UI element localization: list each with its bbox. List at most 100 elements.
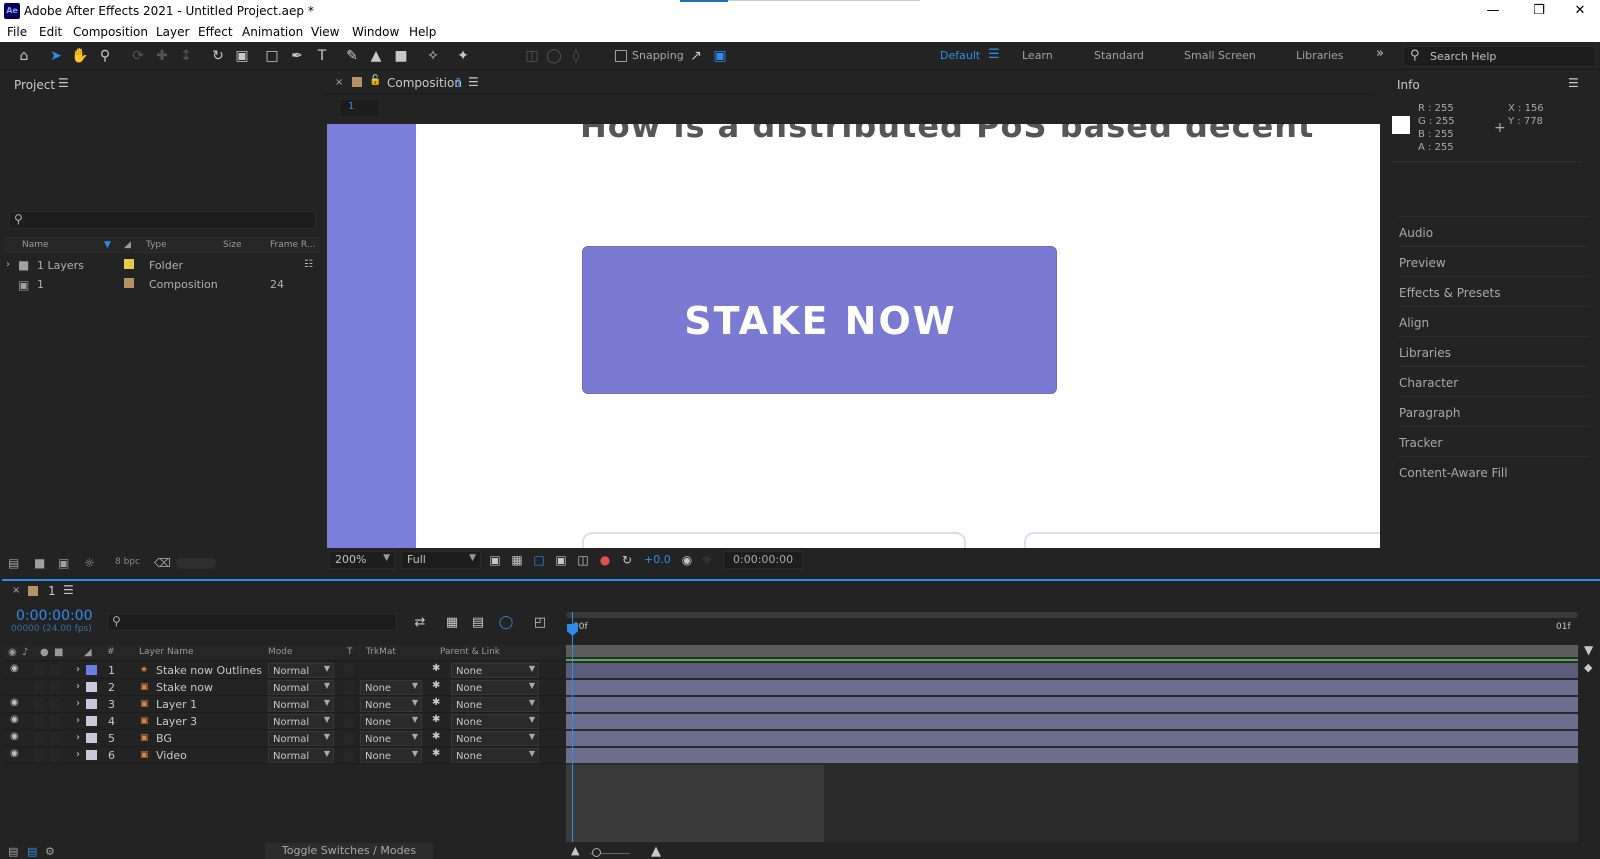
timeline-search-input[interactable]: ⚲ bbox=[107, 613, 397, 631]
pen-tool-icon[interactable]: ✒ bbox=[287, 46, 307, 66]
layer-row[interactable]: ◉ › 1 ★ Stake now Outlines Normal ▼ ✱ None ▼ bbox=[4, 662, 564, 679]
transparency-grid-icon[interactable]: ▦ bbox=[507, 550, 527, 570]
eye-icon[interactable]: ◉ bbox=[10, 731, 19, 742]
column-parent-link[interactable]: Parent & Link bbox=[440, 647, 500, 657]
type-tool-icon[interactable]: T bbox=[312, 46, 332, 66]
composition-navigator-tab[interactable]: 1 bbox=[341, 100, 378, 116]
trkmat-dropdown[interactable]: None ▼ bbox=[360, 731, 422, 746]
solo-icon[interactable]: ● bbox=[40, 647, 49, 658]
menu-window[interactable]: Window bbox=[352, 25, 399, 39]
info-menu-icon[interactable]: ☰ bbox=[1568, 76, 1579, 90]
comp-button-icon[interactable]: ◆ bbox=[1584, 661, 1592, 674]
restore-icon[interactable]: ❐ bbox=[1516, 0, 1562, 22]
solo-switch[interactable] bbox=[34, 732, 44, 745]
layer-label-color[interactable] bbox=[86, 733, 97, 743]
eye-icon[interactable]: ◉ bbox=[10, 714, 19, 725]
preserve-transparency-switch[interactable] bbox=[344, 732, 354, 745]
panel-character[interactable]: Character bbox=[1399, 366, 1589, 395]
menu-file[interactable]: File bbox=[7, 25, 27, 39]
layer-label-color[interactable] bbox=[86, 699, 97, 709]
parent-link-dropdown[interactable]: None ▼ bbox=[451, 697, 539, 712]
rectangle-tool-icon[interactable]: □ bbox=[262, 46, 282, 66]
menu-edit[interactable]: Edit bbox=[39, 25, 62, 39]
panel-tracker[interactable]: Tracker bbox=[1399, 426, 1589, 455]
workspace-overflow-icon[interactable]: » bbox=[1376, 46, 1384, 61]
solo-switch[interactable] bbox=[34, 749, 44, 762]
sort-chevron-down-icon[interactable]: ▼ bbox=[104, 240, 111, 250]
layer-mode-dropdown[interactable]: Normal ▼ bbox=[268, 697, 334, 712]
layer-label-color[interactable] bbox=[86, 750, 97, 760]
layer-label-color[interactable] bbox=[86, 682, 97, 692]
project-item-composition[interactable]: ▣ 1 Composition 24 bbox=[4, 275, 320, 294]
panel-effects-presets[interactable]: Effects & Presets bbox=[1399, 276, 1589, 305]
chevron-right-icon[interactable]: › bbox=[76, 715, 80, 726]
show-snapshot-icon[interactable]: ☼ bbox=[697, 550, 717, 570]
playhead-line[interactable] bbox=[572, 612, 573, 842]
composition-tab-number[interactable]: 1 bbox=[455, 76, 463, 90]
column-mode[interactable]: Mode bbox=[268, 647, 293, 657]
eraser-tool-icon[interactable]: ■ bbox=[391, 46, 411, 66]
chevron-right-icon[interactable]: › bbox=[6, 259, 10, 270]
workspace-menu-icon[interactable]: ☰ bbox=[988, 47, 1000, 62]
flowchart-icon[interactable]: ☷ bbox=[304, 259, 313, 270]
label-color-swatch[interactable] bbox=[124, 259, 134, 269]
parent-link-dropdown[interactable]: None ▼ bbox=[451, 714, 539, 729]
local-axis-icon[interactable]: ◫ bbox=[522, 46, 542, 66]
panel-content-aware-fill[interactable]: Content-Aware Fill bbox=[1399, 456, 1589, 485]
zoom-slider-knob[interactable] bbox=[592, 848, 601, 857]
view-axis-icon[interactable]: ◊ bbox=[566, 46, 586, 66]
parent-link-dropdown[interactable]: None ▼ bbox=[451, 731, 539, 746]
project-search-input[interactable]: ⚲ bbox=[9, 211, 316, 229]
panel-paragraph[interactable]: Paragraph bbox=[1399, 396, 1589, 425]
lock-switch[interactable] bbox=[50, 749, 60, 762]
motion-blur-icon[interactable]: ◯ bbox=[496, 613, 516, 633]
layer-switches-icon[interactable]: ▤ bbox=[8, 845, 18, 858]
column-size[interactable]: Size bbox=[223, 240, 241, 250]
layer-duration-bar[interactable] bbox=[566, 714, 1578, 729]
solo-switch[interactable] bbox=[34, 681, 44, 694]
lock-icon[interactable]: ■ bbox=[54, 647, 63, 658]
snap-features-icon[interactable]: ▣ bbox=[710, 46, 730, 66]
column-t[interactable]: T bbox=[347, 647, 353, 657]
zoom-out-icon[interactable]: ▲ bbox=[571, 844, 579, 857]
anchor-point-tool-icon[interactable]: ▣ bbox=[232, 46, 252, 66]
menu-effect[interactable]: Effect bbox=[198, 25, 233, 39]
time-navigator-bar[interactable] bbox=[566, 612, 1578, 618]
eye-icon[interactable]: ◉ bbox=[10, 748, 19, 759]
timeline-menu-icon[interactable]: ☰ bbox=[63, 583, 74, 597]
layer-name[interactable]: Stake now bbox=[156, 681, 213, 694]
home-icon[interactable]: ⌂ bbox=[14, 46, 34, 66]
chevron-right-icon[interactable]: › bbox=[76, 732, 80, 743]
parent-link-dropdown[interactable]: None ▼ bbox=[451, 680, 539, 695]
lock-icon[interactable]: 🔓 bbox=[369, 75, 381, 86]
pick-whip-icon[interactable]: ✱ bbox=[432, 731, 440, 742]
info-panel-title[interactable]: Info bbox=[1397, 78, 1420, 92]
grid-guides-icon[interactable]: ◫ bbox=[573, 550, 593, 570]
menu-help[interactable]: Help bbox=[409, 25, 436, 39]
layer-mode-dropdown[interactable]: Normal ▼ bbox=[268, 680, 334, 695]
layer-mode-dropdown[interactable]: Normal ▼ bbox=[268, 748, 334, 763]
draft-3d-icon[interactable]: ▦ bbox=[442, 613, 462, 633]
panel-align[interactable]: Align bbox=[1399, 306, 1589, 335]
column-layer-name[interactable]: Layer Name bbox=[139, 647, 194, 657]
preserve-transparency-switch[interactable] bbox=[344, 681, 354, 694]
layer-mode-dropdown[interactable]: Normal ▼ bbox=[268, 731, 334, 746]
timeline-current-time[interactable]: 0:00:00:00 bbox=[16, 608, 93, 624]
preserve-transparency-switch[interactable] bbox=[344, 749, 354, 762]
layer-mode-dropdown[interactable]: Normal ▼ bbox=[268, 663, 334, 678]
workspace-default[interactable]: Default bbox=[940, 49, 980, 62]
current-time-field[interactable]: 0:00:00:00 bbox=[723, 551, 803, 569]
label-column-icon[interactable]: ◢ bbox=[124, 240, 131, 250]
project-item-folder[interactable]: › ■ 1 Layers Folder ☷ bbox=[4, 256, 320, 275]
chevron-right-icon[interactable]: › bbox=[76, 664, 80, 675]
workspace-small-screen[interactable]: Small Screen bbox=[1184, 49, 1256, 62]
trkmat-dropdown[interactable]: None ▼ bbox=[360, 697, 422, 712]
pick-whip-icon[interactable]: ✱ bbox=[432, 663, 440, 674]
snapping-checkbox[interactable] bbox=[615, 50, 627, 62]
world-axis-icon[interactable]: ◯ bbox=[544, 46, 564, 66]
layer-duration-bar[interactable] bbox=[566, 663, 1578, 678]
chevron-right-icon[interactable]: › bbox=[76, 698, 80, 709]
roto-brush-tool-icon[interactable]: ✧ bbox=[423, 46, 443, 66]
solo-switch[interactable] bbox=[34, 698, 44, 711]
preserve-transparency-switch[interactable] bbox=[344, 664, 354, 677]
